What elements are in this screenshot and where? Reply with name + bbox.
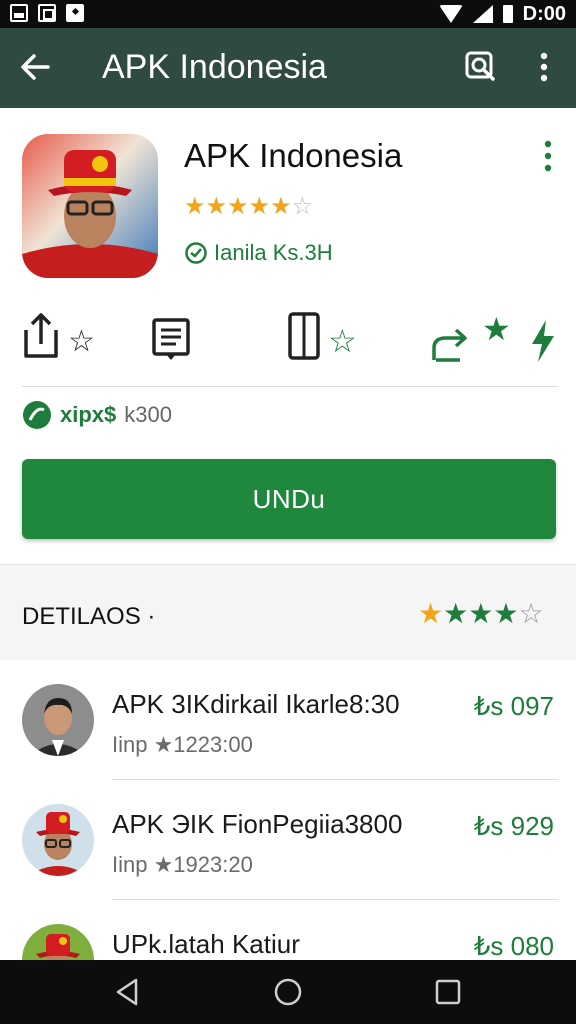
app-header-card: APK Indonesia ★ ★ ★ ★ ★ ☆ Ianila Ks.3H ☆: [0, 108, 576, 564]
recents-nav-icon[interactable]: [432, 976, 464, 1008]
list-item-price: ₺s 929: [473, 811, 554, 841]
device-icon[interactable]: [288, 312, 322, 362]
action-row: ☆ ☆ ★: [0, 312, 576, 372]
list-item-title: UPk.latah Katiur: [112, 929, 300, 959]
lightning-icon[interactable]: [528, 318, 556, 364]
list-item-title: APK 3IKdirkail Ikarle8:30: [112, 689, 400, 719]
list-item-price: ₺s 097: [473, 691, 554, 721]
app-toolbar: APK Indonesia: [0, 28, 576, 108]
play-badge-icon: [23, 401, 51, 429]
list-item-price: ₺s 080: [473, 931, 554, 960]
app-rating-stars: ★ ★ ★ ★ ★ ☆: [184, 194, 313, 220]
list-item[interactable]: UPk.latah Katiur ₺s 080: [0, 900, 576, 960]
notes-icon[interactable]: [152, 318, 190, 362]
system-nav-bar: [0, 960, 576, 1024]
app-icon: [22, 134, 158, 278]
home-nav-icon[interactable]: [272, 976, 304, 1008]
install-button-label: UNDu: [252, 483, 326, 514]
list-item-subtitle: Iinp ★1223:00: [112, 732, 253, 757]
toolbar-title: APK Indonesia: [102, 48, 327, 86]
signal-icon: [472, 5, 493, 23]
star-empty-icon: ☆: [518, 598, 544, 629]
star-filled-icon: ★: [205, 193, 228, 220]
star-filled-icon: ★: [184, 193, 206, 220]
list-item-subtitle: Iinp ★1923:20: [112, 852, 253, 877]
verified-text: Ianila Ks.3H: [214, 240, 333, 265]
forward-icon[interactable]: [430, 322, 472, 364]
section-rating-stars: ★ ★ ★ ★ ☆: [418, 599, 544, 629]
star-filled-icon: ★: [418, 598, 444, 629]
star-filled-green-icon[interactable]: ★: [482, 312, 511, 346]
gallery-notification-icon: [38, 4, 56, 22]
meta-text: k300: [124, 402, 172, 427]
details-section-header: DETILAOS · ★ ★ ★ ★ ☆: [0, 564, 576, 660]
overflow-menu-icon[interactable]: [532, 50, 556, 84]
card-overflow-icon[interactable]: [538, 138, 558, 174]
avatar: [22, 804, 94, 876]
back-nav-icon[interactable]: [112, 976, 144, 1008]
app-name: APK Indonesia: [184, 137, 403, 174]
back-arrow-icon[interactable]: [18, 50, 52, 84]
wifi-icon: [438, 5, 463, 23]
clock-check-icon: [185, 242, 207, 264]
app-notification-icon: [66, 4, 84, 22]
star-outline-icon[interactable]: ☆: [68, 326, 95, 358]
image-notification-icon: [10, 4, 28, 22]
install-button[interactable]: UNDu: [22, 459, 556, 539]
star-empty-icon: ☆: [291, 193, 314, 220]
star-filled-icon: ★: [227, 193, 249, 220]
star-filled-icon: ★: [468, 598, 494, 629]
list-item[interactable]: APK ЭIK FionPegiia3800 Iinp ★1923:20 ₺s …: [0, 780, 576, 900]
search-icon[interactable]: [464, 50, 498, 84]
divider: [22, 386, 558, 387]
star-half-icon: ★: [270, 193, 292, 220]
battery-icon: [502, 5, 513, 23]
avatar: [22, 924, 94, 960]
app-meta-row: xipx$ k300: [22, 400, 172, 430]
star-filled-icon: ★: [443, 598, 469, 629]
status-time: D:00: [522, 3, 566, 25]
app-list: APK 3IKdirkail Ikarle8:30 Iinp ★1223:00 …: [0, 660, 576, 960]
star-filled-icon: ★: [493, 598, 519, 629]
verified-row: Ianila Ks.3H: [184, 240, 333, 266]
star-outline-green-icon[interactable]: ☆: [328, 324, 357, 358]
status-bar: D:00: [0, 0, 576, 28]
meta-highlight: xipx$: [60, 402, 117, 427]
section-title: DETILAOS ·: [22, 603, 156, 630]
star-filled-icon: ★: [248, 193, 271, 220]
avatar: [22, 684, 94, 756]
list-item[interactable]: APK 3IKdirkail Ikarle8:30 Iinp ★1223:00 …: [0, 660, 576, 780]
share-icon[interactable]: [22, 312, 62, 360]
list-item-title: APK ЭIK FionPegiia3800: [112, 809, 403, 839]
